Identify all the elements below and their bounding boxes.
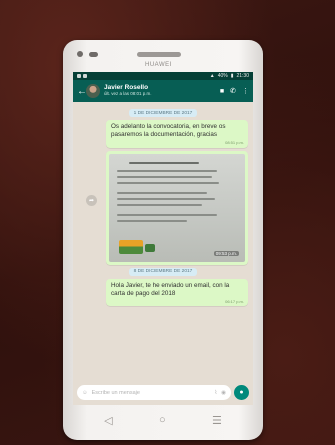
compose-bar: ☺ Escribe un mensaje ⌇ ◉ ● xyxy=(77,384,249,401)
phone-screen: ▲ 40% ▮ 21:30 ← Javier Rosello últ. vez … xyxy=(73,72,253,405)
notification-icon xyxy=(77,74,81,78)
message-text: Hola Javier, te he enviado un email, con… xyxy=(111,281,230,297)
doc-text-line xyxy=(117,169,217,172)
back-arrow-icon[interactable]: ← xyxy=(77,86,87,97)
doc-text-line xyxy=(117,181,219,184)
phone-device: HUAWEI ▲ 40% ▮ 21:30 ← Javier Rosello úl… xyxy=(63,40,263,440)
message-bubble[interactable]: Os adelanto la convocatoria, en breve os… xyxy=(106,120,248,148)
mic-button[interactable]: ● xyxy=(234,385,249,400)
camera-icon[interactable]: ◉ xyxy=(221,390,226,396)
image-time: 09:53 p.m. xyxy=(213,250,239,256)
proximity-sensor xyxy=(89,52,98,57)
last-seen: últ. vez a las 08:01 p.m. xyxy=(104,91,152,97)
emoji-icon[interactable]: ☺ xyxy=(82,390,88,396)
message-input[interactable]: ☺ Escribe un mensaje ⌇ ◉ xyxy=(77,385,231,400)
doc-text-line xyxy=(117,219,187,222)
home-key-icon[interactable]: ○ xyxy=(159,414,166,427)
menu-key-icon[interactable]: ☰ xyxy=(212,414,222,427)
doc-text-line xyxy=(117,203,202,206)
doc-text-line xyxy=(117,175,212,178)
videocam-icon[interactable]: ■ xyxy=(220,88,224,95)
clock: 21:30 xyxy=(236,73,249,79)
chat-header: ← Javier Rosello últ. vez a las 08:01 p.… xyxy=(73,80,253,102)
notification-icons xyxy=(73,74,87,78)
battery-icon: ▮ xyxy=(230,73,234,79)
attach-icon[interactable]: ⌇ xyxy=(215,390,218,396)
message-time: 08:51 p.m. xyxy=(225,140,244,146)
date-separator: 1 DE DICIEMBRE DE 2017 xyxy=(128,109,198,117)
document-image[interactable]: 09:53 p.m. xyxy=(109,153,245,262)
doc-text-line xyxy=(117,197,215,200)
message-time: 06:17 p.m. xyxy=(225,298,244,304)
image-message[interactable]: ➦ 09:53 p.m. xyxy=(86,150,248,265)
brand-label: HUAWEI xyxy=(145,62,172,68)
doc-text-line xyxy=(117,191,207,194)
document-logo xyxy=(145,243,155,252)
front-camera xyxy=(77,51,83,57)
earpiece-speaker xyxy=(137,52,181,57)
doc-text-line xyxy=(129,161,199,164)
notification-icon xyxy=(83,74,87,78)
status-bar: ▲ 40% ▮ 21:30 xyxy=(73,72,253,80)
document-logo xyxy=(119,239,143,254)
contact-info[interactable]: Javier Rosello últ. vez a las 08:01 p.m. xyxy=(104,84,214,97)
phone-icon[interactable]: ✆ xyxy=(230,87,236,95)
date-separator: 8 DE DICIEMBRE DE 2017 xyxy=(128,267,198,276)
battery-level: 40% xyxy=(217,73,228,79)
navigation-keys: ◁ ○ ☰ xyxy=(63,414,263,427)
more-vert-icon[interactable]: ⋮ xyxy=(242,87,249,95)
signal-icon: ▲ xyxy=(209,73,215,79)
back-key-icon[interactable]: ◁ xyxy=(104,414,112,427)
message-list[interactable]: 1 DE DICIEMBRE DE 2017 Os adelanto la co… xyxy=(73,102,253,373)
input-placeholder: Escribe un mensaje xyxy=(91,389,140,396)
message-text: Os adelanto la convocatoria, en breve os… xyxy=(111,123,226,139)
forward-icon[interactable]: ➦ xyxy=(86,194,97,206)
avatar[interactable] xyxy=(86,84,100,98)
message-bubble[interactable]: Hola Javier, te he enviado un email, con… xyxy=(106,278,248,307)
doc-text-line xyxy=(117,213,217,216)
